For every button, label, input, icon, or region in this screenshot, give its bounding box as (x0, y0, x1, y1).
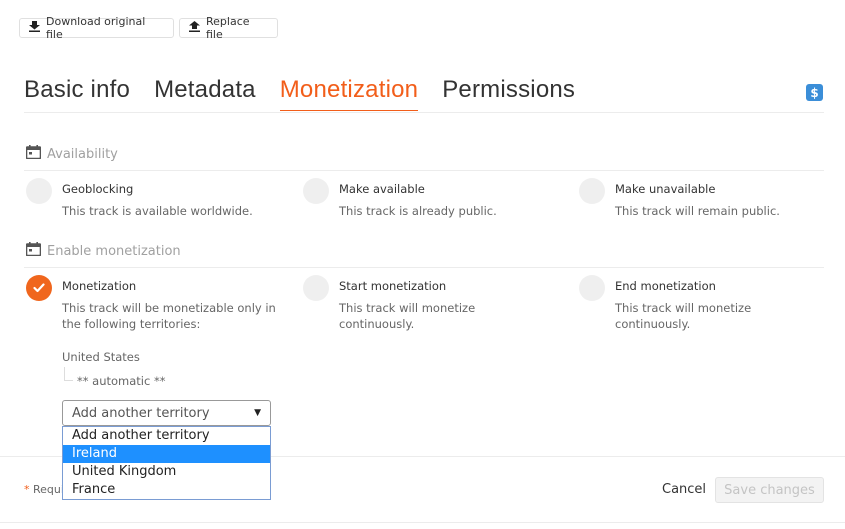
option-desc: This track is already public. (339, 204, 497, 218)
tree-connector (64, 367, 73, 381)
territory-item: United States (62, 350, 140, 364)
make-available-radio[interactable] (303, 178, 329, 204)
option-monetization[interactable]: Monetization This track will be monetiza… (26, 275, 277, 332)
replace-label: Replace file (206, 15, 250, 41)
option-end-monetization[interactable]: End monetization This track will monetiz… (579, 275, 760, 332)
option-title: Make unavailable (615, 182, 716, 196)
territory-dropdown-list: Add another territory Ireland United Kin… (62, 426, 271, 500)
end-monetization-radio[interactable] (579, 275, 605, 301)
select-value: Add another territory (72, 405, 210, 421)
tab-permissions[interactable]: Permissions (442, 76, 575, 111)
checkmark-icon (33, 283, 45, 293)
monetization-heading-text: Enable monetization (47, 243, 181, 259)
caret-down-icon: ▼ (254, 408, 261, 418)
option-desc: This track will monetize continuously. (339, 301, 476, 331)
dropdown-option-highlighted[interactable]: Ireland (63, 445, 270, 463)
tabs-divider (24, 112, 824, 113)
option-title: Make available (339, 182, 425, 196)
monetization-heading: Enable monetization (25, 242, 181, 260)
dropdown-option[interactable]: United Kingdom (63, 463, 270, 481)
download-label: Download original file (46, 15, 146, 41)
availability-divider (24, 170, 824, 171)
availability-heading-text: Availability (47, 146, 118, 162)
option-start-monetization[interactable]: Start monetization This track will monet… (303, 275, 484, 332)
tab-basic-info[interactable]: Basic info (24, 76, 130, 111)
option-title: End monetization (615, 279, 716, 293)
replace-file-button[interactable]: Replace file (179, 15, 278, 41)
option-desc: This track will remain public. (615, 204, 780, 218)
make-unavailable-radio[interactable] (579, 178, 605, 204)
cancel-button[interactable]: Cancel (662, 482, 706, 497)
start-monetization-radio[interactable] (303, 275, 329, 301)
required-star: * (24, 483, 30, 496)
tab-monetization[interactable]: Monetization (279, 76, 419, 111)
monetization-radio[interactable] (26, 275, 52, 301)
save-changes-button[interactable]: Save changes (715, 477, 824, 503)
dollar-icon: $ (806, 84, 823, 101)
monetization-divider (24, 267, 824, 268)
option-desc: This track will monetize continuously. (615, 301, 752, 331)
add-territory-select[interactable]: Add another territory ▼ (62, 400, 271, 426)
availability-heading: Availability (25, 145, 118, 163)
calendar-icon (25, 242, 42, 260)
geoblocking-radio[interactable] (26, 178, 52, 204)
bottom-divider (0, 522, 845, 523)
dollar-symbol: $ (810, 85, 819, 100)
option-make-available[interactable]: Make available This track is already pub… (303, 178, 589, 219)
calendar-icon (25, 145, 42, 163)
dropdown-option[interactable]: Add another territory (63, 427, 270, 445)
tab-bar: Basic info Metadata Monetization Permiss… (24, 76, 575, 111)
option-geoblocking[interactable]: Geoblocking This track is available worl… (26, 178, 312, 219)
tab-metadata[interactable]: Metadata (154, 76, 256, 111)
territory-note: ** automatic ** (77, 374, 166, 388)
option-desc: This track will be monetizable only in t… (62, 301, 276, 331)
download-original-file-button[interactable]: Download original file (19, 15, 174, 41)
upload-icon (189, 21, 200, 35)
option-title: Monetization (62, 279, 137, 293)
download-icon (29, 21, 40, 35)
option-title: Start monetization (339, 279, 447, 293)
dropdown-option[interactable]: France (63, 481, 270, 499)
option-title: Geoblocking (62, 182, 134, 196)
option-desc: This track is available worldwide. (62, 204, 253, 218)
option-make-unavailable[interactable]: Make unavailable This track will remain … (579, 178, 845, 219)
